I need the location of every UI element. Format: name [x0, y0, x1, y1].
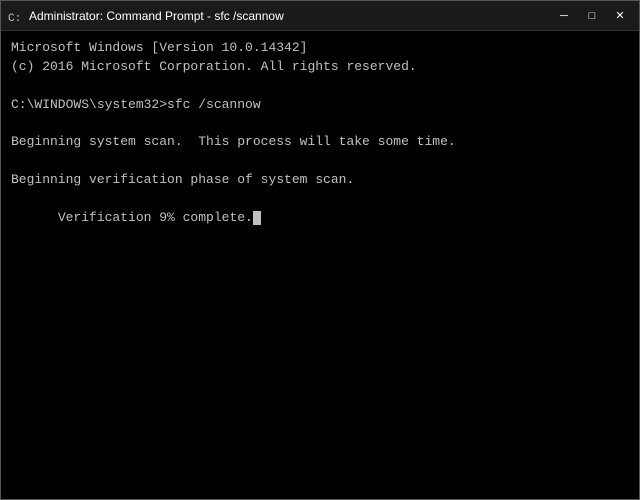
command-prompt-window: C: Administrator: Command Prompt - sfc /… [0, 0, 640, 500]
console-line-empty [11, 114, 629, 133]
minimize-button[interactable]: ─ [551, 6, 577, 26]
console-line: C:\WINDOWS\system32>sfc /scannow [11, 96, 629, 115]
console-line: Microsoft Windows [Version 10.0.14342] [11, 39, 629, 58]
window-title: Administrator: Command Prompt - sfc /sca… [29, 9, 284, 23]
cmd-icon: C: [7, 8, 23, 24]
close-button[interactable]: ✕ [607, 6, 633, 26]
cursor [253, 211, 261, 225]
svg-text:C:: C: [8, 13, 21, 24]
console-line-empty [11, 77, 629, 96]
title-bar-controls: ─ □ ✕ [551, 6, 633, 26]
title-bar: C: Administrator: Command Prompt - sfc /… [1, 1, 639, 31]
console-text: Verification 9% complete. [58, 210, 253, 225]
console-line: (c) 2016 Microsoft Corporation. All righ… [11, 58, 629, 77]
console-line: Beginning system scan. This process will… [11, 133, 629, 152]
console-area[interactable]: Microsoft Windows [Version 10.0.14342] (… [1, 31, 639, 499]
console-line-cursor: Verification 9% complete. [11, 190, 629, 247]
console-line: Beginning verification phase of system s… [11, 171, 629, 190]
console-line-empty [11, 152, 629, 171]
title-bar-left: C: Administrator: Command Prompt - sfc /… [7, 8, 284, 24]
maximize-button[interactable]: □ [579, 6, 605, 26]
